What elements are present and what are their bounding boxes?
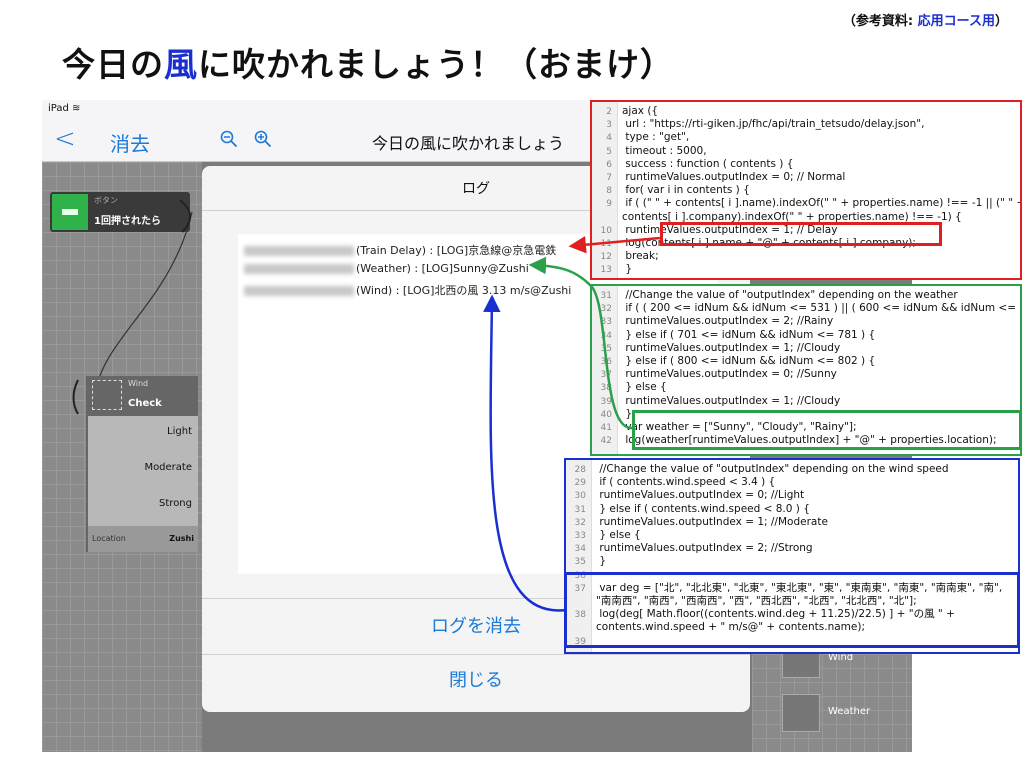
code-line: 8 for( var i in contents ) {	[592, 184, 750, 198]
code-line: 36 } else if ( 800 <= idNum && idNum <= …	[592, 355, 876, 369]
code-text: if ( (" " + contents[ i ].name).indexOf(…	[622, 197, 1022, 210]
code-line: 31 } else if ( contents.wind.speed < 8.0…	[566, 503, 810, 517]
code-line: 29 if ( contents.wind.speed < 3.4 ) {	[566, 476, 776, 490]
zoom-in-icon[interactable]	[254, 130, 272, 148]
block-category: Wind	[128, 379, 149, 388]
code-line: 4 type : "get",	[592, 131, 689, 145]
nav-title: 今日の風に吹かれましょう	[372, 134, 565, 153]
weather-block-icon	[782, 694, 820, 732]
code-line: 31 //Change the value of "outputIndex" d…	[592, 289, 958, 303]
line-number: 14	[592, 278, 612, 279]
log-line-train: (Train Delay) : [LOG]京急線@京急電鉄	[244, 242, 556, 258]
code-text: break;	[622, 250, 659, 263]
code-text: if ( contents.wind.speed < 3.4 ) {	[596, 476, 776, 489]
slide-title: 今日の風に吹かれましょう！（おまけ）	[62, 45, 674, 84]
code-text: runtimeValues.outputIndex = 2; //Rainy	[622, 315, 834, 328]
code-text: runtimeValues.outputIndex = 0; // Normal	[622, 171, 846, 183]
code-text: //Change the value of "outputIndex" depe…	[622, 289, 958, 301]
divider	[202, 654, 750, 655]
code-line: 32 if ( ( 200 <= idNum && idNum <= 531 )…	[592, 302, 1022, 316]
code-line: 39 runtimeValues.outputIndex = 1; //Clou…	[592, 394, 841, 409]
code-line: 9 if ( (" " + contents[ i ].name).indexO…	[592, 197, 1022, 211]
blurred-timestamp	[244, 246, 354, 256]
output-light[interactable]: Light	[167, 426, 192, 437]
block-label: Weather	[828, 706, 871, 717]
block-label: Check	[128, 398, 162, 409]
code-line: 34 } else if ( 701 <= idNum && idNum <= …	[592, 328, 876, 343]
code-text: runtimeValues.outputIndex = 1; //Cloudy	[622, 394, 841, 407]
code-text: for( var i in contents ) {	[622, 184, 750, 197]
code-line: 33 runtimeValues.outputIndex = 2; //Rain…	[592, 315, 834, 329]
wind-check-block[interactable]: Wind Check Light Moderate Strong Locatio…	[86, 376, 198, 552]
output-moderate[interactable]: Moderate	[144, 462, 192, 473]
code-text: type : "get",	[622, 131, 690, 144]
reference-note: （参考資料: 応用コース用）	[842, 14, 1008, 29]
code-text: runtimeValues.outputIndex = 2; //Strong	[596, 542, 813, 555]
code-line: 37 runtimeValues.outputIndex = 0; //Sunn…	[592, 368, 837, 382]
code-text: }	[622, 407, 633, 420]
code-line: 6 success : function ( contents ) {	[592, 158, 793, 172]
blurred-timestamp	[244, 264, 354, 274]
code-line: 30 runtimeValues.outputIndex = 0; //Ligh…	[566, 489, 805, 503]
code-line: 35 runtimeValues.outputIndex = 1; //Clou…	[592, 341, 841, 356]
code-text: success : function ( contents ) {	[622, 157, 794, 170]
code-text: runtimeValues.outputIndex = 0; //Sunny	[622, 368, 837, 381]
location-property[interactable]: Location Zushi	[88, 526, 198, 552]
code-text: if ( ( 200 <= idNum && idNum <= 531 ) ||…	[622, 302, 1022, 315]
code-panel-train-delay: 2 ajax ({3 url : "https://rti-giken.jp/fh…	[590, 100, 1022, 280]
code-text: runtimeValues.outputIndex = 1; //Cloudy	[622, 341, 841, 354]
code-text: contents[ i ].company).indexOf(" " + pro…	[622, 210, 962, 223]
code-line: 38 } else {	[592, 381, 667, 395]
highlight-wind-log	[564, 572, 1020, 648]
code-line: 33 } else {	[566, 529, 641, 543]
code-line: 14 }	[592, 277, 632, 279]
highlight-train-log	[660, 222, 942, 246]
code-text: } else if ( 800 <= idNum && idNum <= 802…	[622, 355, 876, 367]
code-text: } else if ( 701 <= idNum && idNum <= 781…	[622, 328, 876, 341]
highlight-weather-log	[632, 410, 1022, 450]
code-line: 34 runtimeValues.outputIndex = 2; //Stro…	[566, 542, 813, 556]
code-text: runtimeValues.outputIndex = 0; //Light	[596, 489, 805, 502]
code-text: }	[622, 263, 633, 276]
code-text: }	[622, 277, 632, 278]
code-line: 32 runtimeValues.outputIndex = 1; //Mode…	[566, 516, 828, 530]
line-number: 42	[600, 436, 612, 447]
code-text: } else {	[622, 381, 667, 394]
code-line: 12 break;	[592, 250, 659, 264]
code-line: 2 ajax ({	[592, 105, 658, 119]
code-text: url : "https://rti-giken.jp/fhc/api/trai…	[622, 118, 925, 131]
close-button[interactable]: 閉じる	[202, 666, 750, 692]
code-line: 7 runtimeValues.outputIndex = 0; // Norm…	[592, 171, 845, 185]
log-line-weather: (Weather) : [LOG]Sunny@Zushi	[244, 262, 529, 275]
code-line: 3 url : "https://rti-giken.jp/fhc/api/tr…	[592, 118, 924, 132]
code-line: 35 }	[566, 555, 606, 569]
location-label: Location	[92, 534, 126, 543]
code-text: runtimeValues.outputIndex = 1; //Moderat…	[596, 515, 828, 528]
code-text: ajax ({	[622, 105, 659, 117]
code-text: } else if ( contents.wind.speed < 8.0 ) …	[596, 502, 810, 515]
code-text: timeout : 5000,	[622, 144, 707, 157]
code-text: } else {	[596, 529, 641, 541]
output-strong[interactable]: Strong	[159, 498, 192, 509]
log-line-wind: (Wind) : [LOG]北西の風 3.13 m/s@Zushi	[244, 282, 571, 298]
location-value: Zushi	[169, 534, 194, 543]
code-line: 13 }	[592, 263, 632, 277]
code-line: 28 //Change the value of "outputIndex" d…	[566, 463, 949, 477]
wind-block-icon	[92, 380, 122, 410]
code-text: //Change the value of "outputIndex" depe…	[596, 463, 949, 475]
code-text: }	[596, 555, 607, 568]
weather-block[interactable]: Weather	[782, 694, 902, 734]
blurred-timestamp	[244, 286, 354, 296]
wind-block-header: Wind Check	[88, 376, 198, 416]
code-line: 40 }	[592, 408, 632, 422]
code-line: 5 timeout : 5000,	[592, 144, 707, 159]
